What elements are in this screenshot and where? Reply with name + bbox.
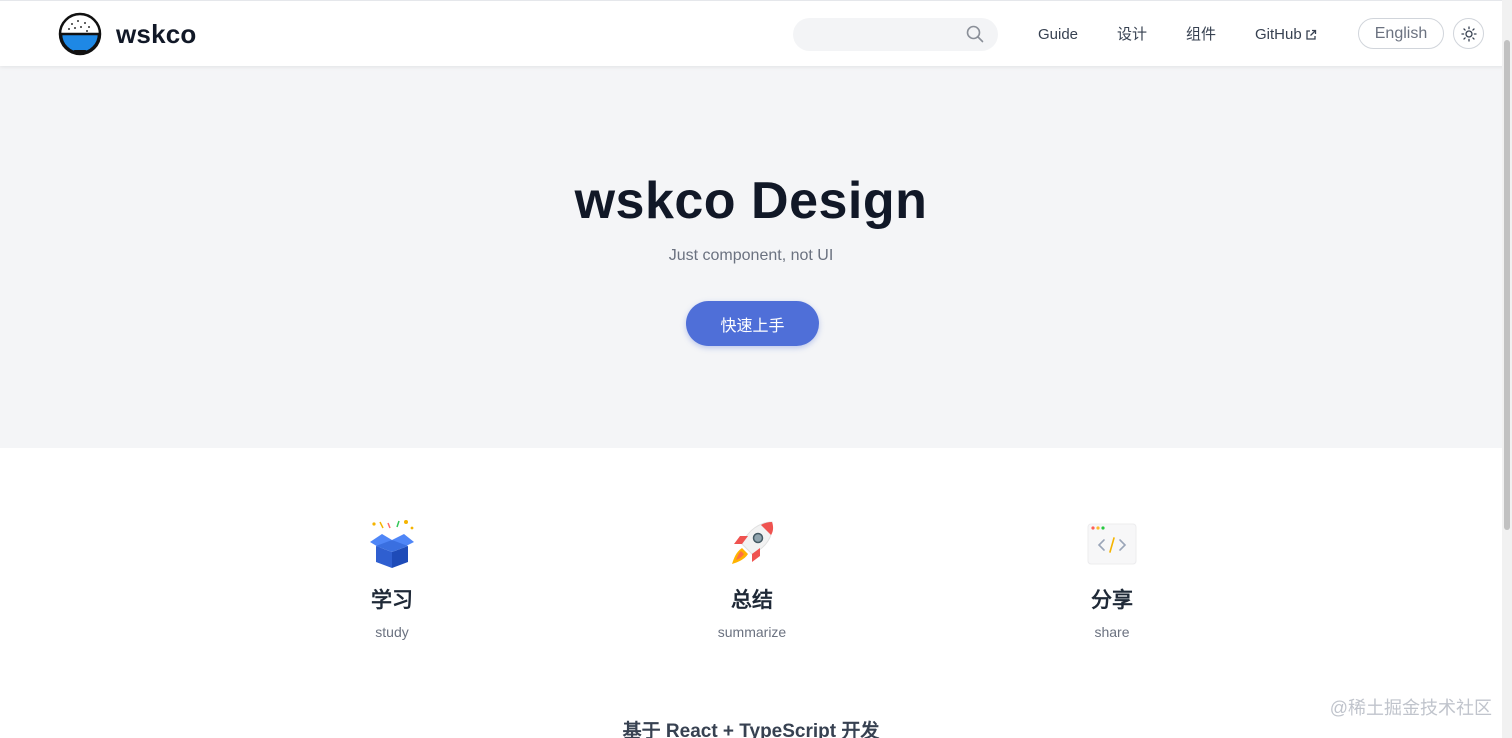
gift-box-icon (370, 520, 414, 568)
page-scrollbar[interactable] (1502, 0, 1512, 738)
rice-bowl-logo-icon (58, 12, 102, 56)
feature-card-summarize: 总结 summarize (672, 518, 832, 640)
logo-text: wskco (116, 18, 197, 49)
rocket-icon (732, 521, 774, 564)
language-switch-button[interactable]: English (1358, 18, 1444, 49)
feature-title: 学习 (371, 589, 413, 612)
tech-stack-heading: 基于 React + TypeScript 开发 (622, 721, 880, 738)
nav-github[interactable]: GitHub (1255, 25, 1317, 45)
sun-icon (1460, 25, 1477, 42)
feature-desc: share (1094, 624, 1130, 640)
search-icon[interactable] (966, 25, 984, 43)
features-section: 学习 study 总结 summarize 分享 share @稀土掘金技术社区… (0, 448, 1512, 738)
nav-components[interactable]: 组件 (1186, 25, 1216, 45)
hero-title: wskco Design (574, 172, 928, 230)
logo-link[interactable]: wskco (58, 12, 197, 56)
theme-toggle-button[interactable] (1453, 18, 1484, 49)
feature-desc: study (375, 624, 409, 640)
scrollbar-thumb[interactable] (1504, 40, 1510, 530)
feature-title: 分享 (1091, 589, 1133, 612)
get-started-button[interactable]: 快速上手 (686, 301, 819, 346)
top-navbar: wskco Guide 设计 组件 GitHub English (0, 0, 1512, 66)
page: wskco Guide 设计 组件 GitHub English wskco D… (0, 0, 1512, 738)
hero-subtitle: Just component, not UI (668, 247, 834, 264)
hero-section: wskco Design Just component, not UI 快速上手 (0, 66, 1512, 448)
feature-desc: summarize (717, 624, 787, 640)
search-input[interactable] (793, 18, 1028, 51)
feature-card-share: 分享 share (1032, 518, 1192, 640)
search-box (793, 18, 1028, 51)
code-window-icon (1087, 523, 1137, 565)
feature-title: 总结 (731, 589, 773, 612)
nav-github-label: GitHub (1255, 26, 1302, 43)
nav-design[interactable]: 设计 (1117, 25, 1147, 45)
nav-guide[interactable]: Guide (1038, 25, 1078, 45)
feature-card-study: 学习 study (312, 518, 472, 640)
external-link-icon (1306, 29, 1316, 40)
